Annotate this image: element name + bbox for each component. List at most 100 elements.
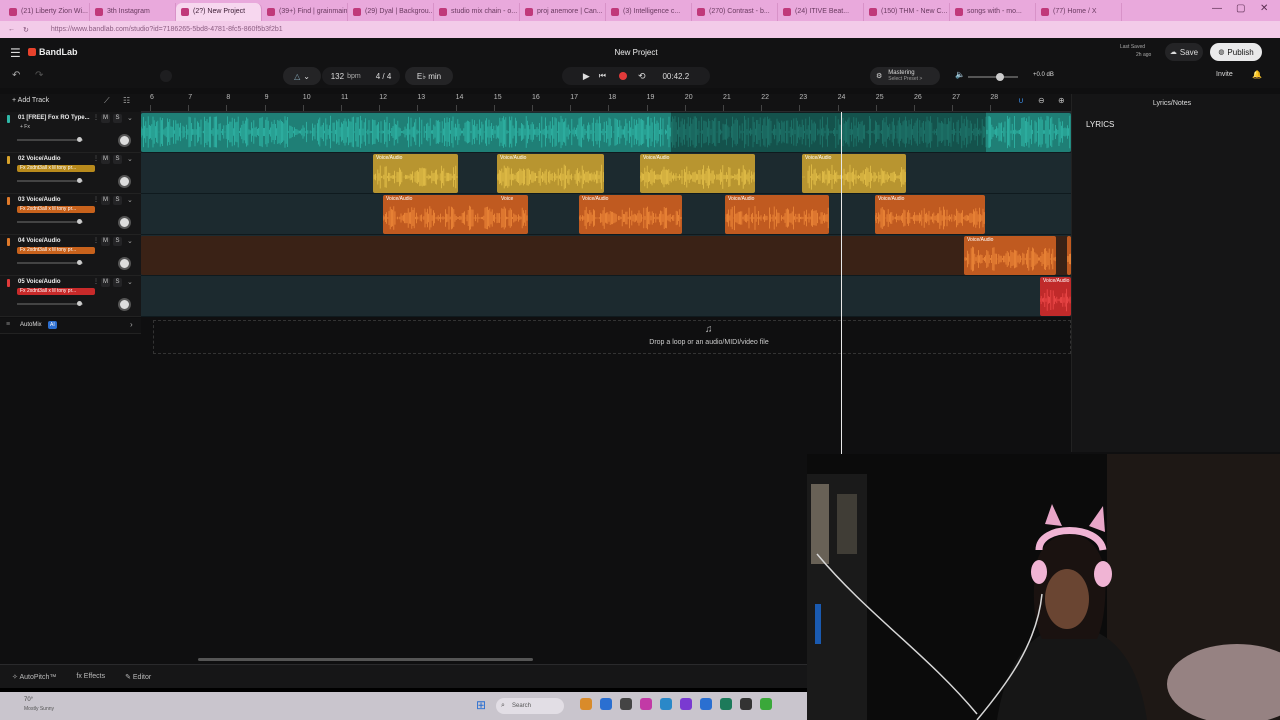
weather-temp[interactable]: 70°	[24, 697, 33, 703]
fx-preset-chip[interactable]: Fx 2xdnt3all x lil tony pr...	[17, 206, 95, 213]
audio-clip[interactable]: Voice/Audio	[640, 154, 755, 193]
chevron-down-icon[interactable]: ⌄	[127, 155, 133, 163]
pan-knob[interactable]	[118, 257, 131, 270]
track-header[interactable]: 03 Voice/Audio M S ⋮ ⌄ Fx 2xdnt3all x lil ton…	[0, 194, 141, 235]
solo-button[interactable]: S	[113, 278, 122, 287]
back-icon[interactable]: ←	[8, 26, 15, 33]
solo-button[interactable]: S	[113, 237, 122, 246]
minimize-icon[interactable]: —	[1212, 3, 1222, 14]
master-volume-slider[interactable]	[968, 73, 1018, 81]
solo-button[interactable]: S	[113, 196, 122, 205]
track-volume-slider[interactable]	[17, 219, 83, 224]
browser-tab[interactable]: (39+) Find | grainmain	[262, 2, 348, 21]
lyrics-heading[interactable]: LYRICS	[1086, 120, 1114, 129]
track-volume-slider[interactable]	[17, 301, 83, 306]
save-button[interactable]: ☁ Save	[1165, 43, 1203, 61]
track-volume-slider[interactable]	[17, 260, 83, 265]
record-icon[interactable]	[618, 72, 627, 80]
track-header[interactable]: 02 Voice/Audio M S ⋮ ⌄ Fx 2xdnt3all x lil ton…	[0, 153, 141, 194]
refresh-icon[interactable]: ↻	[23, 26, 29, 34]
chevron-down-icon[interactable]: ⌄	[127, 278, 133, 286]
bell-icon[interactable]: 🔔	[1252, 70, 1262, 79]
pan-knob[interactable]	[118, 175, 131, 188]
app-icon[interactable]	[640, 698, 652, 710]
play-icon[interactable]: ▶	[583, 71, 590, 82]
zoom-in-icon[interactable]: ⊕	[1058, 96, 1065, 105]
mute-button[interactable]: M	[101, 114, 110, 123]
redo-icon[interactable]: ↷	[35, 70, 43, 81]
tempo-signature-display[interactable]: 132 bpm 4 / 4	[322, 67, 400, 85]
track-name[interactable]: 05 Voice/Audio	[18, 279, 61, 285]
timeline-ruler[interactable]: 6 7 8 9 10 11 12 13 14 15 16 17 18 19 20 21 22 23 24 25 26 27…	[141, 94, 1071, 112]
browser-tab[interactable]: (77) Home / X	[1036, 2, 1122, 21]
url-field[interactable]: https://www.bandlab.com/studio?id=718626…	[51, 26, 283, 33]
browser-tab[interactable]: studio mix chain - o...	[434, 2, 520, 21]
browser-tab[interactable]: (270) Contrast - b...	[692, 2, 778, 21]
browser-tab[interactable]: (21) Liberty Zion Wi...	[4, 2, 90, 21]
app-icon[interactable]	[700, 698, 712, 710]
taskbar-search[interactable]: ⌕ Search	[496, 698, 564, 714]
more-icon[interactable]: ⋮	[93, 155, 99, 162]
pan-knob[interactable]	[118, 298, 131, 311]
track-lane[interactable]: Voice/Audio	[141, 276, 1071, 317]
browser-tab[interactable]: (3) Intelligence c...	[606, 2, 692, 21]
app-icon[interactable]	[580, 698, 592, 710]
more-icon[interactable]: ⋮	[93, 114, 99, 121]
drop-zone[interactable]: ♫ Drop a loop or an audio/MIDI/video fil…	[153, 320, 1071, 354]
audio-clip[interactable]: Voice/Audio	[964, 236, 1056, 275]
playhead[interactable]	[841, 112, 842, 454]
time-signature[interactable]: 4 / 4	[376, 72, 392, 81]
track-lane[interactable]: Voice/Audio Voice Voice/Audio Voice/Audio Vo…	[141, 194, 1071, 235]
fx-preset-chip[interactable]: + Fx	[17, 124, 95, 131]
menu-icon[interactable]: ☰	[10, 46, 21, 60]
audio-clip[interactable]: Voice/Audio Voice	[383, 195, 528, 234]
chevron-down-icon[interactable]: ⌄	[127, 196, 133, 204]
track-lane[interactable]: Voice/Audio Voice/Audio Voice/Audio Voice/A…	[141, 153, 1071, 194]
track-header[interactable]: 01 [FREE] Fox RO Type... M S ⋮ ⌄ + Fx	[0, 112, 141, 153]
app-icon[interactable]	[760, 698, 772, 710]
mute-button[interactable]: M	[101, 237, 110, 246]
track-lane[interactable]	[141, 112, 1071, 153]
mixer-icon[interactable]: ☷	[123, 96, 130, 105]
fx-preset-chip[interactable]: Fx 2xdnt3all x lil tony pr...	[17, 165, 95, 172]
browser-tab[interactable]: proj anemore | Can...	[520, 2, 606, 21]
tuner-button[interactable]: △ ⌄	[283, 67, 321, 85]
audio-clip[interactable]: Voice/Audio	[725, 195, 829, 234]
browser-tab[interactable]: (2?) New Project	[176, 2, 262, 21]
more-icon[interactable]: ⋮	[93, 237, 99, 244]
audio-clip[interactable]: Voice/Audio	[875, 195, 985, 234]
zoom-out-icon[interactable]: ⊖	[1038, 96, 1045, 105]
app-icon[interactable]	[680, 698, 692, 710]
invite-button[interactable]: Invite	[1216, 71, 1233, 78]
audio-clip[interactable]: Voice/Audio	[579, 195, 682, 234]
windows-start-icon[interactable]: ⊞	[476, 698, 486, 712]
audio-clip[interactable]: Voice/Audio	[497, 154, 604, 193]
lyrics-panel-title[interactable]: Lyrics/Notes	[1072, 100, 1272, 107]
app-icon[interactable]	[620, 698, 632, 710]
chevron-down-icon[interactable]: ⌄	[127, 114, 133, 122]
track-volume-slider[interactable]	[17, 178, 83, 183]
more-icon[interactable]: ⋮	[93, 278, 99, 285]
browser-tab[interactable]: (29) Dyal | Backgrou...	[348, 2, 434, 21]
solo-button[interactable]: S	[113, 155, 122, 164]
fx-preset-chip[interactable]: Fx 2xdnt3all x lil tony pr...	[17, 247, 95, 254]
chevron-down-icon[interactable]: ⌄	[127, 237, 133, 245]
speaker-icon[interactable]: 🔈	[955, 70, 965, 79]
pan-knob[interactable]	[118, 134, 131, 147]
undo-icon[interactable]: ↶	[12, 70, 20, 81]
publish-button[interactable]: ◍ Publish	[1210, 43, 1262, 61]
app-icon[interactable]	[660, 698, 672, 710]
audio-clip[interactable]: Voice/Audio	[373, 154, 458, 193]
pan-knob[interactable]	[118, 216, 131, 229]
wand-icon[interactable]: ⟋	[104, 96, 110, 106]
browser-tab[interactable]: (150) THM - New C...	[864, 2, 950, 21]
volume-handle[interactable]	[996, 73, 1004, 81]
project-title[interactable]: New Project	[600, 48, 672, 57]
browser-tab[interactable]: (24) ITIVE Beat...	[778, 2, 864, 21]
snap-icon[interactable]: ∪	[1018, 96, 1024, 105]
mute-button[interactable]: M	[101, 278, 110, 287]
add-track-button[interactable]: + Add Track	[12, 97, 49, 104]
audio-clip[interactable]: Voice/Audio	[1040, 277, 1071, 316]
effects-button[interactable]: fx Effects	[76, 673, 105, 680]
track-name[interactable]: 01 [FREE] Fox RO Type...	[18, 115, 90, 121]
